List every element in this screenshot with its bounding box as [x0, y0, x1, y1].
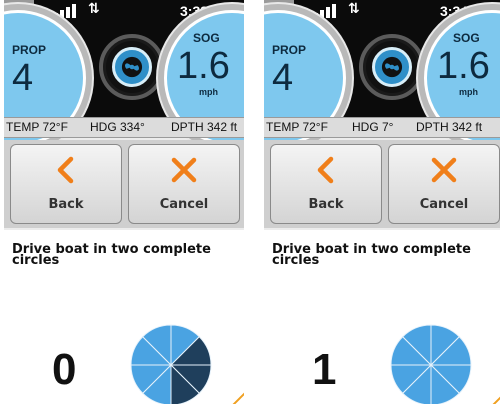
instruction-text: Drive boat in two complete circles	[12, 242, 211, 268]
sog-value: 1.6	[437, 45, 490, 87]
propeller-button-face	[112, 47, 152, 87]
data-arrows-icon: ⇅	[348, 1, 360, 17]
button-row: Back Cancel	[264, 140, 500, 228]
back-label: Back	[308, 197, 344, 212]
content-panel: Drive boat in two complete circles 0	[4, 230, 244, 404]
propeller-button[interactable]	[359, 34, 425, 100]
back-button[interactable]: Back	[270, 144, 382, 224]
info-strip: TEMP 72°F HDG 334° DPTH 342 ft	[4, 117, 244, 138]
screen-step-4k: 4k ⇅ 3:34PM PROP 4 SOG 1	[264, 0, 500, 404]
info-strip: TEMP 72°F HDG 7° DPTH 342 ft	[264, 117, 500, 138]
propeller-icon	[381, 56, 403, 78]
signal-bars-icon	[54, 4, 76, 18]
cancel-button[interactable]: Cancel	[388, 144, 500, 224]
circle-progress-indicator	[390, 324, 472, 404]
temp-readout: TEMP 72°F	[266, 120, 328, 134]
propeller-button-face	[372, 47, 412, 87]
circle-counter: 0	[52, 345, 77, 394]
circle-counter: 1	[312, 345, 337, 394]
sog-label: SOG	[453, 31, 480, 45]
close-x-icon	[171, 157, 197, 183]
gauge-area: PROP 4 SOG 1.6 mph	[264, 10, 500, 146]
back-label: Back	[48, 197, 84, 212]
heading-readout: HDG 334°	[90, 120, 145, 134]
sog-value: 1.6	[177, 45, 230, 87]
chevron-left-icon	[57, 156, 74, 184]
content-panel: Drive boat in two complete circles 1	[264, 230, 500, 404]
propeller-icon	[121, 56, 143, 78]
circle-progress-indicator	[130, 324, 212, 404]
gauge-area: PROP 4 SOG 1.6 mph	[4, 10, 244, 146]
chevron-left-icon	[317, 156, 334, 184]
depth-readout: DPTH 342 ft	[416, 120, 483, 134]
data-arrows-icon: ⇅	[88, 1, 100, 17]
prop-label: PROP	[12, 43, 47, 57]
signal-bars-icon	[314, 4, 336, 18]
cancel-label: Cancel	[159, 197, 209, 212]
prop-value: 4	[272, 57, 294, 99]
prop-value: 4	[12, 57, 34, 99]
depth-readout: DPTH 342 ft	[171, 120, 238, 134]
back-button[interactable]: Back	[10, 144, 122, 224]
screen-step-4j: 4j ⇅ 3:33PM PROP 4 SOG 1	[4, 0, 244, 404]
corner-accent	[232, 392, 244, 404]
corner-accent	[492, 396, 500, 404]
cancel-button[interactable]: Cancel	[128, 144, 240, 224]
cancel-label: Cancel	[419, 197, 469, 212]
instruction-text: Drive boat in two complete circles	[272, 242, 471, 268]
sog-unit: mph	[199, 87, 218, 97]
heading-readout: HDG 7°	[352, 120, 394, 134]
sog-unit: mph	[459, 87, 478, 97]
temp-readout: TEMP 72°F	[6, 120, 68, 134]
propeller-button[interactable]	[99, 34, 165, 100]
button-row: Back Cancel	[4, 140, 244, 228]
sog-label: SOG	[193, 31, 220, 45]
prop-label: PROP	[272, 43, 307, 57]
close-x-icon	[431, 157, 457, 183]
